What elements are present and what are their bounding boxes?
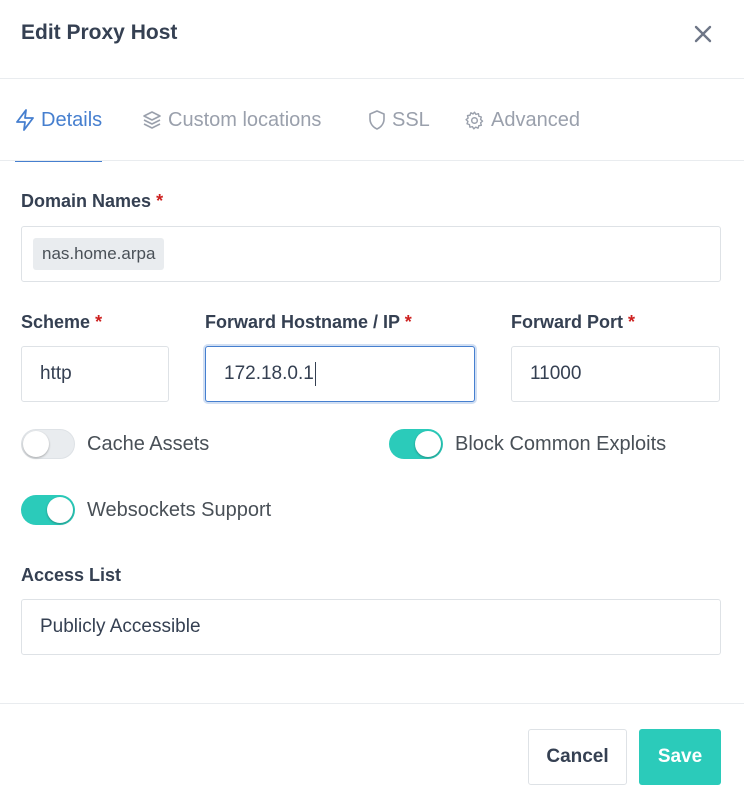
layers-icon — [143, 111, 161, 129]
forward-port-value: 11000 — [530, 363, 582, 384]
shield-icon — [369, 110, 385, 130]
close-icon — [694, 25, 712, 43]
forward-port-label: Forward Port * — [511, 312, 635, 333]
domain-names-label: Domain Names * — [21, 191, 163, 212]
forward-host-input[interactable]: 172.18.0.1 — [205, 346, 475, 402]
block-exploits-label: Block Common Exploits — [455, 433, 667, 455]
scheme-select[interactable]: http — [21, 346, 169, 402]
forward-port-input[interactable]: 11000 — [511, 346, 720, 402]
tab-ssl-label: SSL — [392, 108, 430, 131]
close-button[interactable] — [690, 21, 716, 47]
modal-footer: Cancel Save — [0, 703, 744, 807]
tab-advanced[interactable]: Advanced — [464, 79, 580, 161]
required-mark: * — [628, 312, 636, 332]
cache-assets-label: Cache Assets — [87, 433, 210, 455]
access-list-label: Access List — [21, 565, 122, 585]
tab-custom-locations-label: Custom locations — [168, 108, 322, 131]
text-caret — [314, 362, 316, 386]
forward-host-value: 172.18.0.1 — [224, 363, 314, 384]
required-mark: * — [404, 312, 412, 332]
bolt-icon — [16, 109, 34, 131]
modal-header: Edit Proxy Host — [0, 0, 744, 79]
domain-names-input[interactable]: nas.home.arpa — [21, 226, 721, 282]
tab-details[interactable]: Details — [15, 79, 103, 162]
tab-custom-locations[interactable]: Custom locations — [142, 79, 321, 161]
domain-names-label-text: Domain Names — [21, 191, 152, 211]
tab-bar: Details Custom locations SSL Advanced — [0, 79, 744, 162]
websockets-toggle[interactable] — [21, 495, 75, 525]
websockets-label: Websockets Support — [87, 499, 272, 521]
required-mark: * — [95, 312, 103, 332]
scheme-label-text: Scheme — [21, 312, 91, 332]
access-list-value: Publicly Accessible — [40, 616, 201, 637]
gear-icon — [465, 110, 484, 130]
toggle-knob — [47, 497, 73, 523]
tab-advanced-label: Advanced — [491, 108, 580, 131]
required-mark: * — [156, 191, 164, 211]
save-button[interactable]: Save — [639, 729, 721, 785]
block-exploits-toggle[interactable] — [389, 429, 443, 459]
scheme-value: http — [40, 363, 72, 384]
forward-port-label-text: Forward Port — [511, 312, 624, 332]
toggle-knob — [23, 431, 49, 457]
toggle-knob — [415, 431, 441, 457]
tab-ssl[interactable]: SSL — [368, 79, 430, 161]
cancel-button[interactable]: Cancel — [528, 729, 627, 785]
cache-assets-toggle[interactable] — [21, 429, 75, 459]
forward-host-label: Forward Hostname / IP * — [205, 312, 412, 333]
tab-details-label: Details — [41, 108, 103, 131]
access-list-select[interactable]: Publicly Accessible — [21, 599, 721, 655]
domain-chip[interactable]: nas.home.arpa — [33, 238, 165, 270]
forward-host-label-text: Forward Hostname / IP — [205, 312, 400, 332]
scheme-label: Scheme * — [21, 312, 102, 333]
modal-title: Edit Proxy Host — [21, 21, 178, 44]
